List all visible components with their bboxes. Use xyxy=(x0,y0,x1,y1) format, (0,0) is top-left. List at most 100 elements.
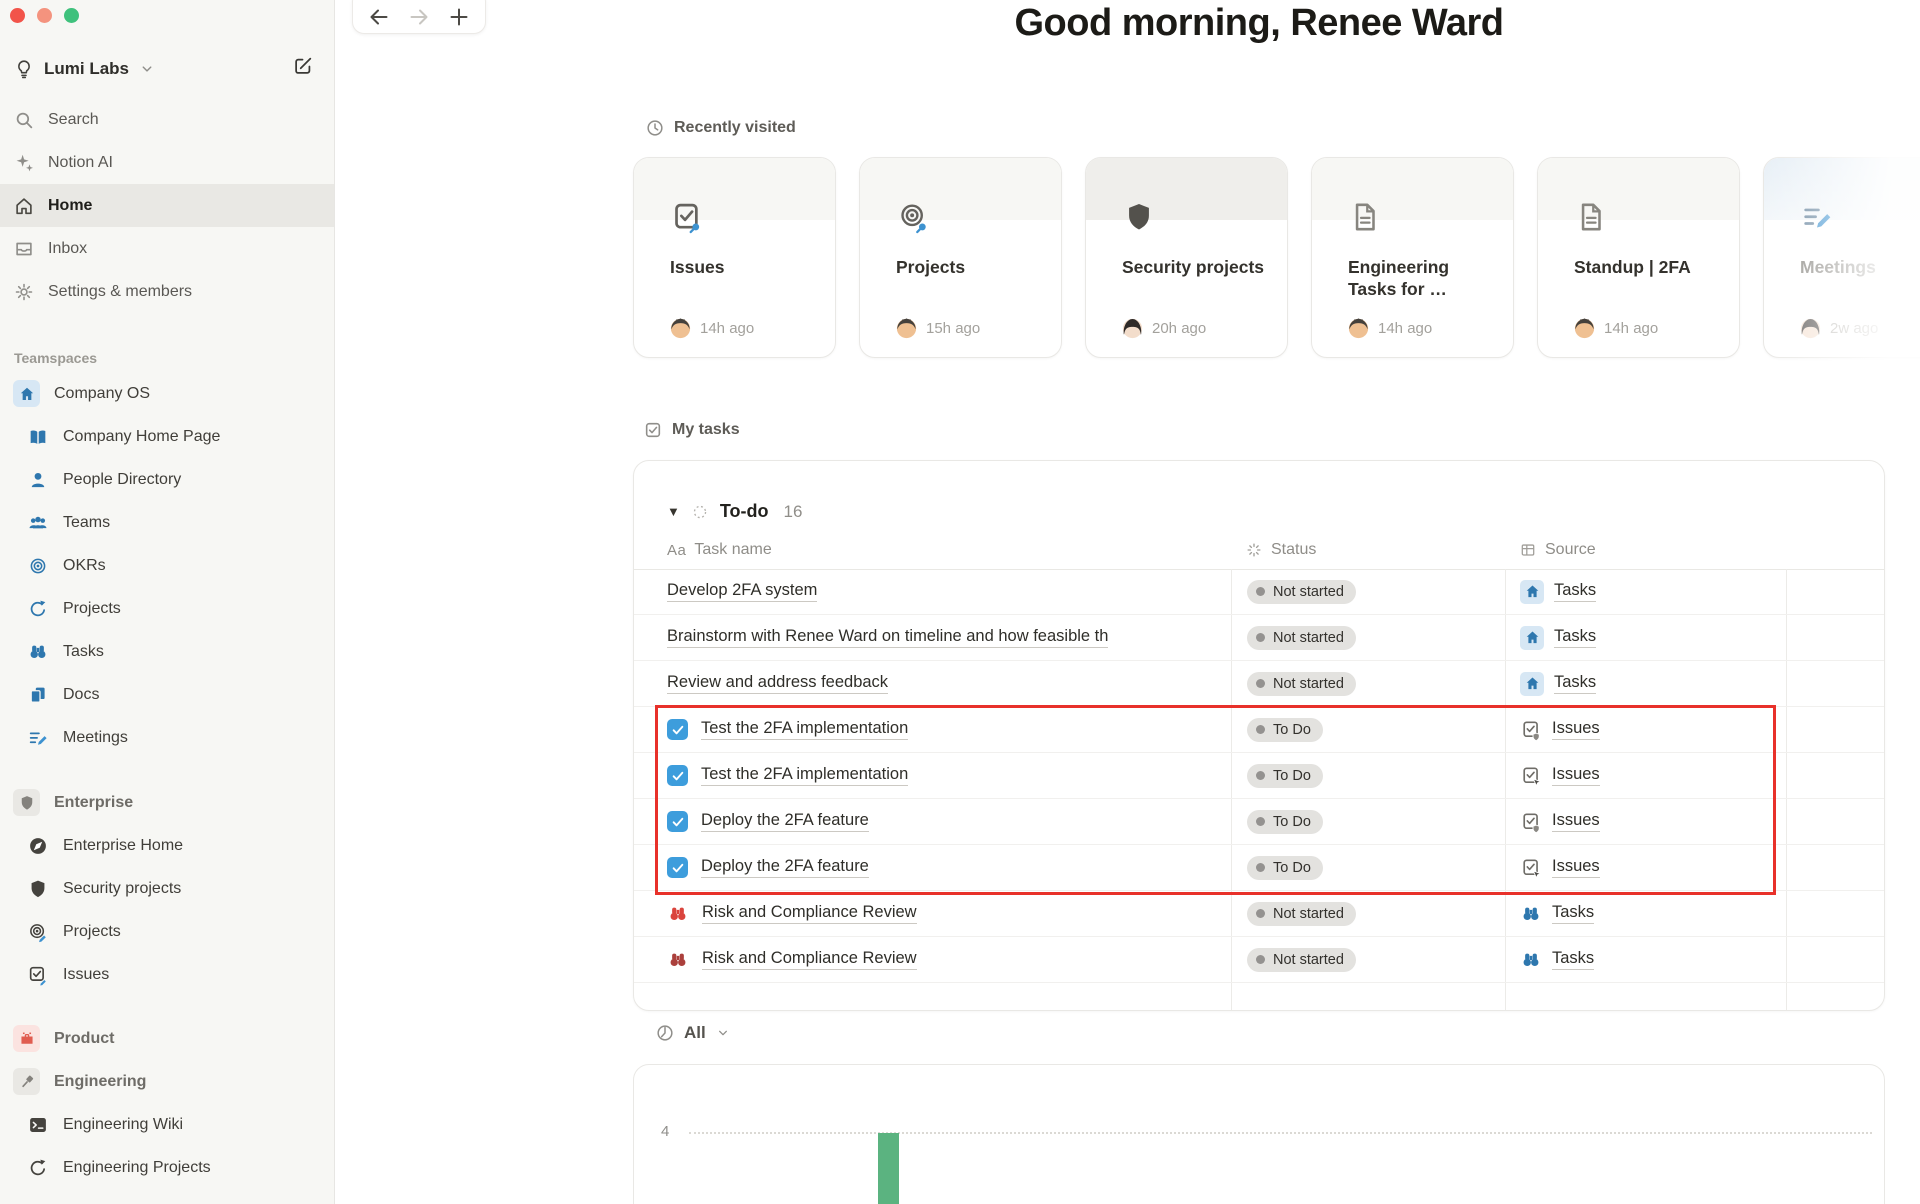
sidebar-item-engineering-projects[interactable]: Engineering Projects xyxy=(0,1146,334,1189)
binoculars-icon xyxy=(1520,903,1542,925)
status-badge[interactable]: To Do xyxy=(1247,855,1323,880)
sidebar-item-meetings[interactable]: Meetings xyxy=(0,716,334,759)
sidebar-item-company-home-page[interactable]: Company Home Page xyxy=(0,415,334,458)
source-link[interactable]: Issues xyxy=(1552,719,1600,740)
table-row[interactable]: Develop 2FA system Not started Tasks xyxy=(634,569,1884,615)
forward-arrow-icon[interactable] xyxy=(407,5,431,29)
recent-card-standup-2fa[interactable]: Standup | 2FA 14h ago xyxy=(1537,157,1740,358)
source-link[interactable]: Tasks xyxy=(1554,581,1597,602)
zoom-window-button[interactable] xyxy=(64,8,79,23)
card-timestamp: 14h ago xyxy=(1604,320,1659,337)
check-icon xyxy=(671,769,685,783)
task-name-link[interactable]: Brainstorm with Renee Ward on timeline a… xyxy=(667,627,1109,648)
back-arrow-icon[interactable] xyxy=(367,5,391,29)
recent-card-projects[interactable]: Projects 15h ago xyxy=(859,157,1062,358)
meeting-notes-icon xyxy=(1800,200,1834,234)
sidebar-item-notion-ai[interactable]: Notion AI xyxy=(0,141,334,184)
task-name-link[interactable]: Test the 2FA implementation xyxy=(701,719,909,740)
recent-card-security-projects[interactable]: Security projects 20h ago xyxy=(1085,157,1288,358)
source-link[interactable]: Tasks xyxy=(1552,903,1595,924)
new-page-compose-button[interactable] xyxy=(292,55,314,77)
sidebar-item-docs[interactable]: Docs xyxy=(0,673,334,716)
table-row[interactable]: Brainstorm with Renee Ward on timeline a… xyxy=(634,615,1884,661)
open-book-icon xyxy=(27,426,49,448)
sidebar-item-search[interactable]: Search xyxy=(0,98,334,141)
source-link[interactable]: Issues xyxy=(1552,811,1600,832)
sidebar-item-enterprise-home[interactable]: Enterprise Home xyxy=(0,824,334,867)
status-badge[interactable]: Not started xyxy=(1247,947,1356,972)
recent-card-engineering-tasks[interactable]: Engineering Tasks for … 14h ago xyxy=(1311,157,1514,358)
sidebar-item-home[interactable]: Home xyxy=(0,184,334,227)
status-badge[interactable]: Not started xyxy=(1247,671,1356,696)
status-badge[interactable]: To Do xyxy=(1247,717,1323,742)
source-link[interactable]: Issues xyxy=(1552,765,1600,786)
sidebar-item-settings[interactable]: Settings & members xyxy=(0,270,334,313)
sidebar-item-people-directory[interactable]: People Directory xyxy=(0,458,334,501)
recent-card-issues[interactable]: Issues 14h ago xyxy=(633,157,836,358)
sidebar-item-teams[interactable]: Teams xyxy=(0,501,334,544)
check-icon xyxy=(671,723,685,737)
sidebar-item-engineering[interactable]: Engineering xyxy=(0,1060,334,1103)
person-icon xyxy=(27,469,49,491)
todo-group-header[interactable]: ▼ To-do 16 xyxy=(667,501,802,522)
sidebar-item-security-projects[interactable]: Security projects xyxy=(0,867,334,910)
sidebar-item-tasks[interactable]: Tasks xyxy=(0,630,334,673)
new-tab-plus-icon[interactable] xyxy=(447,5,471,29)
group-count: 16 xyxy=(783,501,803,521)
table-row[interactable]: Deploy the 2FA feature To Do Issues xyxy=(634,799,1884,845)
task-name-link[interactable]: Risk and Compliance Review xyxy=(702,903,917,924)
source-link[interactable]: Tasks xyxy=(1554,673,1597,694)
status-badge[interactable]: Not started xyxy=(1247,625,1356,650)
page-title: Good morning, Renee Ward xyxy=(1014,2,1504,44)
column-header-source[interactable]: Source xyxy=(1519,541,1596,559)
checked-checkbox[interactable] xyxy=(667,719,688,740)
close-window-button[interactable] xyxy=(10,8,25,23)
table-row[interactable]: Risk and Compliance Review Not started T… xyxy=(634,891,1884,937)
status-badge[interactable]: Not started xyxy=(1247,901,1356,926)
sidebar-item-issues[interactable]: Issues xyxy=(0,953,334,996)
source-link[interactable]: Tasks xyxy=(1554,627,1597,648)
sidebar-item-enterprise-projects[interactable]: Projects xyxy=(0,910,334,953)
task-name-link[interactable]: Deploy the 2FA feature xyxy=(701,811,869,832)
column-header-status[interactable]: Status xyxy=(1245,541,1316,559)
sidebar-item-inbox[interactable]: Inbox xyxy=(0,227,334,270)
checked-checkbox[interactable] xyxy=(667,765,688,786)
sidebar-item-label: OKRs xyxy=(63,556,106,574)
house-icon xyxy=(1524,583,1541,600)
table-row[interactable]: Review and address feedback Not started … xyxy=(634,661,1884,707)
sidebar-item-enterprise[interactable]: Enterprise xyxy=(0,781,334,824)
column-header-task-name[interactable]: Aa Task name xyxy=(667,541,772,559)
table-row[interactable]: Risk and Compliance Review Not started T… xyxy=(634,937,1884,983)
checked-checkbox[interactable] xyxy=(667,811,688,832)
sidebar-item-okrs[interactable]: OKRs xyxy=(0,544,334,587)
status-badge[interactable]: Not started xyxy=(1247,579,1356,604)
sidebar-item-company-os[interactable]: Company OS xyxy=(0,372,334,415)
text-type-icon: Aa xyxy=(667,541,687,559)
sidebar-item-label: Projects xyxy=(63,922,121,940)
sidebar-item-product[interactable]: Product xyxy=(0,1017,334,1060)
source-link[interactable]: Tasks xyxy=(1552,949,1595,970)
bar-value-4[interactable] xyxy=(878,1133,899,1204)
sidebar-item-projects[interactable]: Projects xyxy=(0,587,334,630)
table-row[interactable]: Test the 2FA implementation To Do Issues xyxy=(634,753,1884,799)
section-label: All xyxy=(684,1023,706,1042)
task-name-link[interactable]: Deploy the 2FA feature xyxy=(701,857,869,878)
minimize-window-button[interactable] xyxy=(37,8,52,23)
task-name-link[interactable]: Risk and Compliance Review xyxy=(702,949,917,970)
collapse-triangle-icon[interactable]: ▼ xyxy=(667,504,680,519)
all-section-header[interactable]: All xyxy=(655,1023,731,1043)
recent-card-meetings[interactable]: Meetings 2w ago xyxy=(1763,157,1920,358)
table-row[interactable]: Test the 2FA implementation To Do Issues xyxy=(634,707,1884,753)
sidebar-item-engineering-wiki[interactable]: Engineering Wiki xyxy=(0,1103,334,1146)
task-name-link[interactable]: Test the 2FA implementation xyxy=(701,765,909,786)
checked-checkbox[interactable] xyxy=(667,857,688,878)
status-badge[interactable]: To Do xyxy=(1247,809,1323,834)
document-icon xyxy=(1348,200,1382,234)
workspace-switcher[interactable]: Lumi Labs xyxy=(13,52,322,86)
task-name-link[interactable]: Develop 2FA system xyxy=(667,581,818,602)
sidebar-item-label: People Directory xyxy=(63,470,182,488)
status-badge[interactable]: To Do xyxy=(1247,763,1323,788)
source-link[interactable]: Issues xyxy=(1552,857,1600,878)
task-name-link[interactable]: Review and address feedback xyxy=(667,673,889,694)
table-row[interactable]: Deploy the 2FA feature To Do Issues xyxy=(634,845,1884,891)
